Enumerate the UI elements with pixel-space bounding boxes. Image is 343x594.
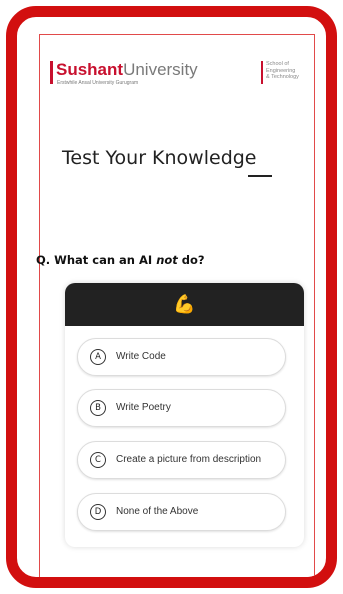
page-title: Test Your Knowledge xyxy=(62,147,257,169)
option-c-text: Create a picture from description xyxy=(116,454,262,465)
question-suffix: do? xyxy=(177,253,205,267)
title-underline xyxy=(248,175,272,177)
quiz-card: 💪 A Write Code B Write Poetry C Create a… xyxy=(65,283,304,547)
option-d-letter-icon: D xyxy=(90,504,106,520)
logo-subtitle: Erstwhile Ansal University Gurugram xyxy=(57,80,139,86)
university-logo: SushantUniversity xyxy=(56,60,198,80)
content-card: SushantUniversity Erstwhile Ansal Univer… xyxy=(36,34,315,577)
question-emphasis: not xyxy=(156,253,178,267)
logo-accent-bar xyxy=(50,61,53,84)
phone-frame: SushantUniversity Erstwhile Ansal Univer… xyxy=(6,6,337,588)
muscle-emoji-icon: 💪 xyxy=(173,294,196,315)
option-d-text: None of the Above xyxy=(116,506,199,517)
option-a-letter-icon: A xyxy=(90,349,106,365)
logo-light-text: University xyxy=(123,60,198,79)
option-a-text: Write Code xyxy=(116,351,166,362)
school-accent-bar xyxy=(261,61,263,84)
option-b-letter-icon: B xyxy=(90,400,106,416)
option-c-letter-icon: C xyxy=(90,452,106,468)
quiz-header: 💪 xyxy=(65,283,304,326)
option-d-button[interactable]: D None of the Above xyxy=(77,493,286,531)
question-text: Q. What can an AI not do? xyxy=(36,253,205,267)
logo-brand-text: Sushant xyxy=(56,60,124,79)
option-b-button[interactable]: B Write Poetry xyxy=(77,389,286,427)
university-header: SushantUniversity Erstwhile Ansal Univer… xyxy=(40,60,314,100)
school-name: School of Engineering & Technology xyxy=(266,61,299,81)
option-a-button[interactable]: A Write Code xyxy=(77,338,286,376)
school-line-3: & Technology xyxy=(266,74,299,80)
option-c-button[interactable]: C Create a picture from description xyxy=(77,441,286,479)
option-b-text: Write Poetry xyxy=(116,402,171,413)
question-prefix: Q. What can an AI xyxy=(36,253,157,267)
